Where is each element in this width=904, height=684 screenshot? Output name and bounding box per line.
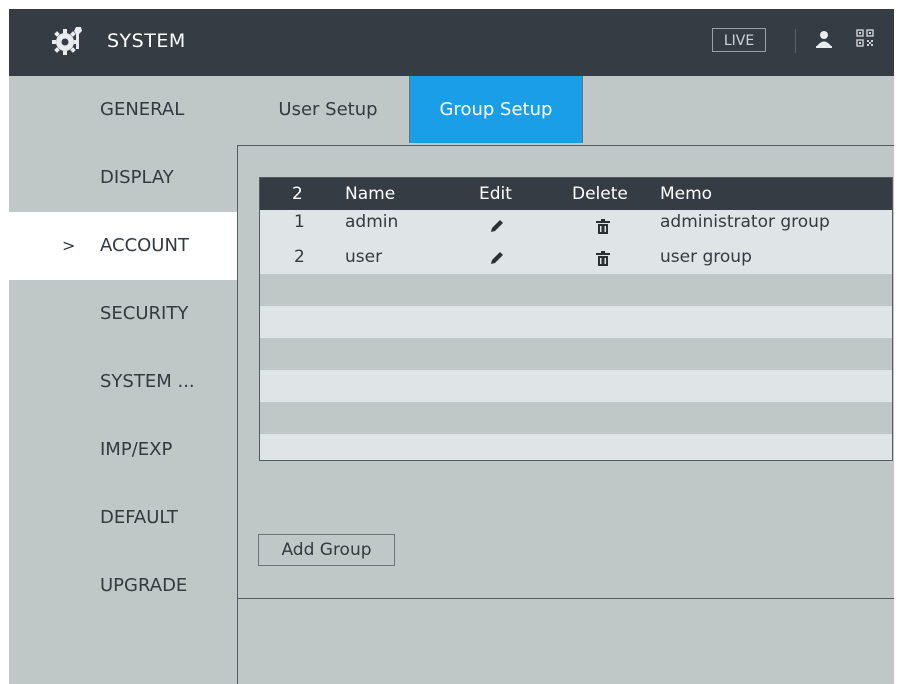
app-title: SYSTEM: [107, 30, 186, 52]
table-row-empty: [260, 274, 892, 306]
sidebar-item-system-info[interactable]: SYSTEM ...: [9, 348, 237, 416]
table-row-empty: [260, 338, 892, 370]
group-table: 2 Name Edit Delete Memo 1 admin administ…: [259, 177, 893, 461]
sidebar-item-label: ACCOUNT: [100, 235, 189, 256]
header-divider: [795, 29, 796, 53]
column-header-count: 2: [292, 184, 303, 204]
add-group-button[interactable]: Add Group: [258, 534, 395, 566]
qr-code-icon[interactable]: [856, 29, 874, 47]
table-row-empty: [260, 370, 892, 402]
group-memo: administrator group: [660, 212, 830, 232]
sidebar-item-label: IMP/EXP: [100, 439, 173, 460]
sidebar-item-display[interactable]: DISPLAY: [9, 144, 237, 212]
sidebar-item-default[interactable]: DEFAULT: [9, 484, 237, 552]
table-row-empty: [260, 402, 892, 434]
sidebar-item-label: DEFAULT: [100, 507, 178, 528]
sidebar-item-label: SECURITY: [100, 303, 189, 324]
sidebar-item-label: GENERAL: [100, 99, 185, 120]
live-button[interactable]: LIVE: [712, 28, 766, 52]
group-name: user: [345, 247, 383, 267]
sidebar-item-account[interactable]: > ACCOUNT: [9, 212, 237, 280]
user-icon[interactable]: [816, 30, 832, 48]
table-row-empty: [260, 434, 892, 460]
gear-icon: [52, 27, 82, 55]
tab-group-setup[interactable]: Group Setup: [409, 76, 583, 143]
sidebar-item-imp-exp[interactable]: IMP/EXP: [9, 416, 237, 484]
column-header-edit: Edit: [479, 184, 512, 204]
pencil-edit-icon[interactable]: [489, 250, 505, 266]
group-memo: user group: [660, 247, 752, 267]
table-header: 2 Name Edit Delete Memo: [260, 178, 892, 210]
chevron-right-icon: >: [62, 236, 76, 255]
title-bar: SYSTEM LIVE: [9, 9, 894, 76]
content-divider: [237, 599, 238, 684]
row-number: 1: [294, 212, 305, 232]
trash-delete-icon[interactable]: [595, 251, 611, 267]
tab-bar: User Setup Group Setup: [247, 76, 894, 143]
sidebar-item-label: SYSTEM ...: [100, 371, 195, 392]
group-name: admin: [345, 212, 399, 232]
column-header-delete: Delete: [572, 184, 628, 204]
sidebar-item-label: UPGRADE: [100, 575, 188, 596]
table-row-empty: [260, 306, 892, 338]
trash-delete-icon[interactable]: [595, 219, 611, 235]
sidebar-item-upgrade[interactable]: UPGRADE: [9, 552, 237, 620]
column-header-name[interactable]: Name: [345, 178, 395, 210]
table-row[interactable]: 2 user user group: [260, 242, 892, 274]
sidebar-item-general[interactable]: GENERAL: [9, 76, 237, 144]
row-number: 2: [294, 247, 305, 267]
sidebar-menu: GENERAL DISPLAY > ACCOUNT SECURITY SYSTE…: [9, 76, 237, 684]
sidebar-item-label: DISPLAY: [100, 167, 174, 188]
tab-user-setup[interactable]: User Setup: [247, 76, 409, 143]
column-header-memo: Memo: [660, 184, 713, 204]
sidebar-item-security[interactable]: SECURITY: [9, 280, 237, 348]
pencil-edit-icon[interactable]: [489, 218, 505, 234]
table-row[interactable]: 1 admin administrator group: [260, 210, 892, 242]
